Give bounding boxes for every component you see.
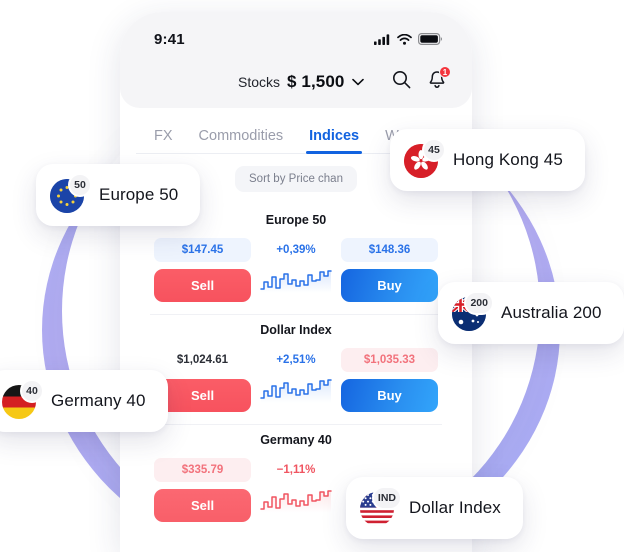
floating-card-label: Hong Kong 45	[453, 150, 563, 169]
floating-card-hong-kong-45[interactable]: 45 Hong Kong 45	[390, 129, 585, 191]
flag-badge-group: 40	[2, 379, 44, 420]
stocks-label: Stocks	[238, 74, 281, 90]
status-bar: 9:41	[120, 12, 472, 58]
flag-badge-group: IND	[360, 486, 402, 527]
index-badge: 200	[464, 291, 494, 315]
header-actions: 1	[392, 66, 451, 94]
floating-card-label: Europe 50	[99, 185, 179, 204]
chevron-down-icon	[352, 73, 365, 91]
buy-price	[341, 458, 438, 470]
sort-by-button[interactable]: Sort by Price chan	[235, 166, 357, 192]
flag-badge-group: 50	[50, 173, 92, 214]
sell-price: $1,024.61	[176, 354, 229, 366]
sparkline-chart	[260, 270, 332, 293]
floating-card-germany-40[interactable]: 40 Germany 40	[0, 370, 168, 432]
floating-card-label: Australia 200	[501, 303, 602, 322]
status-icons	[374, 33, 442, 45]
sell-price: $335.79	[154, 458, 251, 482]
battery-icon	[418, 33, 442, 45]
buy-button[interactable]: Buy	[341, 379, 438, 412]
buy-price: $148.36	[341, 238, 438, 262]
price-change: −1,11%	[276, 464, 316, 476]
sell-button[interactable]: Sell	[154, 489, 251, 522]
notification-bell[interactable]: 1	[428, 66, 451, 94]
floating-card-label: Dollar Index	[409, 498, 501, 517]
tab-commodities[interactable]: Commodities	[199, 128, 284, 154]
instrument-row-dollar-index[interactable]: Dollar Index $1,024.61 Sell +2,51% $1,03…	[120, 314, 472, 424]
buy-button[interactable]: Buy	[341, 269, 438, 302]
index-badge: IND	[371, 486, 402, 510]
price-change: +0,39%	[276, 244, 316, 256]
promo-composition: 9:41 Stocks $ 1,500 1 FX Commodities Ind…	[0, 0, 624, 552]
sell-button[interactable]: Sell	[154, 379, 251, 412]
search-icon[interactable]	[392, 70, 411, 94]
sparkline-chart	[260, 490, 332, 513]
balance-amount: $ 1,500	[287, 72, 345, 91]
index-badge: 50	[68, 173, 92, 197]
wifi-icon	[397, 33, 412, 45]
app-header: Stocks $ 1,500 1	[120, 58, 472, 108]
sell-price: $147.45	[154, 238, 251, 262]
instrument-name: Germany 40	[260, 433, 332, 447]
floating-card-dollar-index[interactable]: IND Dollar Index	[346, 477, 523, 539]
tab-fx[interactable]: FX	[154, 128, 173, 154]
phone-mockup: 9:41 Stocks $ 1,500 1 FX Commodities Ind…	[120, 12, 472, 552]
signal-icon	[374, 33, 390, 45]
notification-badge: 1	[439, 66, 451, 78]
sparkline-chart	[260, 379, 332, 403]
floating-card-europe-50[interactable]: 50 Europe 50	[36, 164, 201, 226]
index-badge: 45	[422, 138, 446, 162]
balance-selector[interactable]: Stocks $ 1,500	[238, 72, 365, 92]
sell-button[interactable]: Sell	[154, 269, 251, 302]
status-time: 9:41	[154, 30, 185, 48]
phone-screen: 9:41 Stocks $ 1,500 1 FX Commodities Ind…	[120, 12, 472, 552]
tab-indices[interactable]: Indices	[306, 128, 363, 154]
buy-price: $1,035.33	[341, 348, 438, 372]
floating-card-australia-200[interactable]: 200 Australia 200	[438, 282, 624, 344]
price-change: +2,51%	[276, 354, 316, 366]
floating-card-label: Germany 40	[51, 391, 146, 410]
instrument-name: Dollar Index	[260, 323, 332, 337]
flag-badge-group: 45	[404, 138, 446, 179]
index-badge: 40	[20, 379, 44, 403]
flag-badge-group: 200	[452, 291, 494, 332]
